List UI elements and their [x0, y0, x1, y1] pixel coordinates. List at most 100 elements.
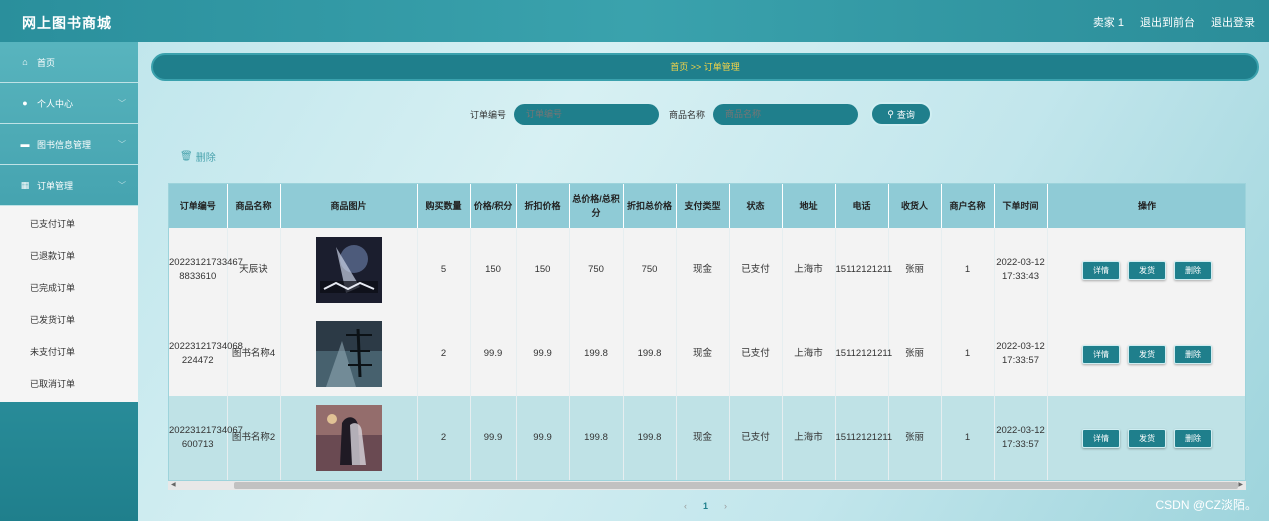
col-header[interactable]: 地址 [782, 184, 836, 228]
search-button-label: 查询 [896, 109, 915, 120]
col-header[interactable]: 电话 [835, 184, 889, 228]
sidebar-item-label: 首页 [37, 57, 56, 68]
breadcrumb-text: 首页 >> 订单管理 [670, 62, 740, 72]
cell-quantity: 2 [417, 396, 471, 480]
search-button[interactable]: ⚲ 查询 [870, 102, 933, 126]
grid-icon: ▦ [20, 179, 30, 190]
delete-button[interactable]: 删除 [1174, 344, 1212, 364]
table-row[interactable]: 20223121733467 8833610 天辰诀 5 150 150 750… [169, 228, 1245, 312]
scroll-right-arrow-icon[interactable]: ▶ [1238, 481, 1243, 488]
col-header[interactable]: 收货人 [888, 184, 942, 228]
logout-link[interactable]: 退出登录 [1211, 14, 1255, 30]
trash-icon: 🗑 [180, 151, 193, 162]
col-header[interactable]: 商品图片 [280, 184, 418, 228]
col-header: 操作 [1047, 184, 1245, 228]
batch-delete-button[interactable]: 🗑 删除 [180, 149, 216, 164]
col-header[interactable]: 支付类型 [676, 184, 730, 228]
chevron-down-icon: ﹀ [118, 181, 126, 190]
cell-actions: 详情 发货 删除 [1047, 228, 1245, 312]
detail-button[interactable]: 详情 [1082, 260, 1120, 280]
sidebar: ⌂ 首页 ● 个人中心 ﹀ ▬ 图书信息管理 ﹀ ▦ 订单管理 ﹀ 已支付订单 … [0, 42, 138, 521]
col-header[interactable]: 状态 [729, 184, 783, 228]
table-horizontal-scrollbar[interactable]: ◀ ▶ [168, 481, 1246, 490]
user-name[interactable]: 卖家 1 [1093, 14, 1124, 30]
chevron-down-icon: ﹀ [118, 99, 126, 108]
watermark-text: CSDN @CZ淡陌。 [1155, 498, 1257, 512]
cell-receiver: 张丽 [888, 228, 942, 312]
cell-status: 已支付 [729, 312, 783, 396]
detail-button[interactable]: 详情 [1082, 428, 1120, 448]
cell-discount-price: 99.9 [516, 312, 570, 396]
submenu-completed-orders[interactable]: 已完成订单 [0, 272, 138, 304]
delete-button[interactable]: 删除 [1174, 428, 1212, 448]
sidebar-item-label: 订单管理 [37, 180, 74, 191]
pagination: ‹ 1 › [684, 501, 727, 511]
submenu-refunded-orders[interactable]: 已退款订单 [0, 240, 138, 272]
sidebar-item-label: 个人中心 [37, 98, 74, 109]
col-header[interactable]: 折扣总价格 [623, 184, 677, 228]
col-header[interactable]: 商品名称 [227, 184, 281, 228]
cell-discount-total: 199.8 [623, 396, 677, 480]
cell-actions: 详情 发货 删除 [1047, 396, 1245, 480]
home-icon: ⌂ [22, 57, 28, 67]
cell-product-name: 天辰诀 [227, 228, 281, 312]
next-page-icon[interactable]: › [724, 501, 727, 511]
cell-product-image [280, 396, 418, 480]
search-bar: 订单编号 商品名称 ⚲ 查询 [470, 102, 933, 126]
cell-product-image [280, 312, 418, 396]
cell-phone: 15112121211 [835, 312, 892, 396]
col-header[interactable]: 下单时间 [994, 184, 1048, 228]
prev-page-icon[interactable]: ‹ [684, 501, 687, 511]
back-to-front-link[interactable]: 退出到前台 [1140, 14, 1195, 30]
sidebar-item-label: 图书信息管理 [37, 139, 92, 150]
cell-pay-type: 现金 [676, 228, 730, 312]
col-header[interactable]: 价格/积分 [470, 184, 517, 228]
page-number-current[interactable]: 1 [703, 501, 708, 511]
col-header[interactable]: 商户名称 [941, 184, 995, 228]
book-cover-image[interactable] [315, 237, 382, 303]
ship-button[interactable]: 发货 [1128, 428, 1166, 448]
scrollbar-thumb[interactable] [234, 482, 1238, 489]
sidebar-item-home[interactable]: ⌂ 首页 [0, 42, 138, 83]
cell-address: 上海市 [782, 396, 836, 480]
col-header[interactable]: 购买数量 [417, 184, 471, 228]
cell-price: 99.9 [470, 396, 517, 480]
sidebar-item-profile[interactable]: ● 个人中心 ﹀ [0, 83, 138, 124]
briefcase-icon: ▬ [20, 139, 30, 149]
ship-button[interactable]: 发货 [1128, 260, 1166, 280]
book-cover-image[interactable] [315, 321, 382, 387]
table-row[interactable]: 20223121734067 600713 图书名称2 2 99.9 99.9 … [169, 396, 1245, 480]
orders-table: 订单编号 商品名称 商品图片 购买数量 价格/积分 折扣价格 总价格/总积分 折… [168, 183, 1246, 481]
detail-button[interactable]: 详情 [1082, 344, 1120, 364]
col-header[interactable]: 总价格/总积分 [569, 184, 624, 228]
cell-pay-type: 现金 [676, 396, 730, 480]
cell-quantity: 5 [417, 228, 471, 312]
cell-order-time: 2022-03-12 17:33:57 [994, 312, 1048, 396]
order-no-input[interactable] [514, 103, 660, 125]
cell-total-price: 199.8 [569, 312, 624, 396]
delete-button[interactable]: 删除 [1174, 260, 1212, 280]
product-name-input[interactable] [713, 103, 859, 125]
orders-submenu: 已支付订单 已退款订单 已完成订单 已发货订单 未支付订单 已取消订单 [0, 206, 138, 402]
cell-address: 上海市 [782, 312, 836, 396]
table-row[interactable]: 20223121734068 224472 图书名称4 2 99.9 99.9 … [169, 312, 1245, 396]
cell-price: 99.9 [470, 312, 517, 396]
cell-phone: 15112121211 [835, 228, 892, 312]
col-header[interactable]: 订单编号 [169, 184, 228, 228]
ship-button[interactable]: 发货 [1128, 344, 1166, 364]
sidebar-item-books[interactable]: ▬ 图书信息管理 ﹀ [0, 124, 138, 165]
cell-status: 已支付 [729, 228, 783, 312]
sidebar-item-orders[interactable]: ▦ 订单管理 ﹀ [0, 165, 138, 206]
submenu-unpaid-orders[interactable]: 未支付订单 [0, 336, 138, 368]
submenu-shipped-orders[interactable]: 已发货订单 [0, 304, 138, 336]
submenu-paid-orders[interactable]: 已支付订单 [0, 208, 138, 240]
user-icon: ● [22, 98, 28, 108]
cell-pay-type: 现金 [676, 312, 730, 396]
book-cover-image[interactable] [315, 405, 382, 471]
chevron-down-icon: ﹀ [118, 140, 126, 149]
submenu-cancelled-orders[interactable]: 已取消订单 [0, 368, 138, 400]
cell-discount-total: 199.8 [623, 312, 677, 396]
col-header[interactable]: 折扣价格 [516, 184, 570, 228]
scroll-left-arrow-icon[interactable]: ◀ [171, 481, 176, 488]
app-title: 网上图书商城 [22, 15, 112, 31]
